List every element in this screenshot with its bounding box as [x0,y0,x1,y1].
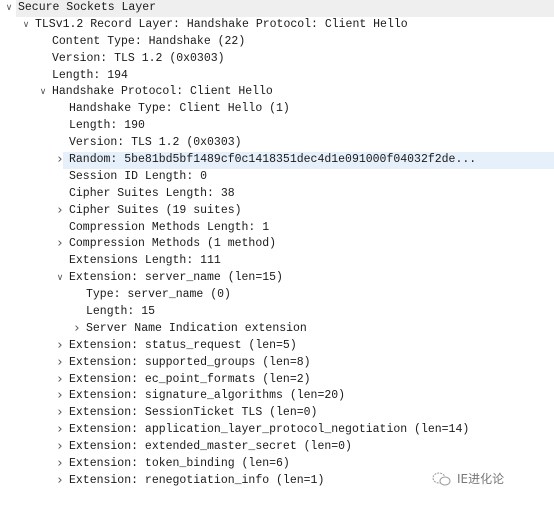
tree-row-label: Length: 15 [86,305,156,319]
chevron-right-icon[interactable]: › [55,236,65,253]
tree-row-label: Extension: signature_algorithms (len=20) [69,389,346,403]
tree-row-label: Session ID Length: 0 [69,169,208,183]
tree-row[interactable]: › Server Name Indication extension [0,321,554,338]
tree-row[interactable]: ∨ Handshake Protocol: Client Hello [0,84,554,101]
tree-row[interactable]: ∨ TLSv1.2 Record Layer: Handshake Protoco… [0,17,554,34]
tree-row[interactable]: Extensions Length: 111 [0,253,554,270]
tree-row-label: Compression Methods (1 method) [69,237,277,251]
tree-row[interactable]: › Extension: signature_algorithms (len=20… [0,388,554,405]
tree-row[interactable]: › Extension: supported_groups (len=8) [0,355,554,372]
chevron-right-icon[interactable]: › [55,203,65,220]
tree-row-label: TLSv1.2 Record Layer: Handshake Protocol… [35,17,408,31]
tree-row[interactable]: › Cipher Suites (19 suites) [0,203,554,220]
chevron-right-icon[interactable]: › [55,372,65,389]
tree-row-label: Length: 194 [52,68,128,82]
chevron-right-icon[interactable]: › [55,439,65,456]
tree-row-label: Compression Methods Length: 1 [69,220,270,234]
tree-row[interactable]: › Extension: application_layer_protocol_n… [0,422,554,439]
tree-row-label: Extension: supported_groups (len=8) [69,355,311,369]
tree-row-label: Server Name Indication extension [86,321,307,335]
packet-details-tree: ∨ Secure Sockets Layer ∨ TLSv1.2 Record Lay… [0,0,554,490]
chevron-right-icon[interactable]: › [55,422,65,439]
tree-row-label: Handshake Type: Client Hello (1) [69,102,290,116]
tree-row-label: Extension: status_request (len=5) [69,338,297,352]
tree-row[interactable]: Compression Methods Length: 1 [0,220,554,237]
tree-row-label: Content Type: Handshake (22) [52,34,246,48]
chevron-right-icon[interactable]: › [55,405,65,422]
tree-row[interactable]: ∨ Extension: server_name (len=15) [0,270,554,287]
tree-row[interactable]: Handshake Type: Client Hello (1) [0,101,554,118]
wechat-icon [432,471,452,487]
tree-row-label: Extension: token_binding (len=6) [69,457,290,471]
tree-row[interactable]: › Extension: status_request (len=5) [0,338,554,355]
chevron-right-icon[interactable]: › [55,473,65,490]
tree-row-label: Extension: server_name (len=15) [69,271,283,285]
tree-row-label: Extensions Length: 111 [69,254,221,268]
chevron-down-icon[interactable]: ∨ [55,270,65,287]
tree-row-label: Version: TLS 1.2 (0x0303) [69,136,242,150]
tree-row[interactable]: › Extension: ec_point_formats (len=2) [0,372,554,389]
tree-row-label: Type: server_name (0) [86,288,231,302]
tree-row[interactable]: Length: 194 [0,68,554,85]
chevron-down-icon[interactable]: ∨ [4,0,14,17]
tree-row-label: Cipher Suites (19 suites) [69,203,242,217]
chevron-right-icon[interactable]: › [55,388,65,405]
tree-row-label: Handshake Protocol: Client Hello [52,85,273,99]
tree-row[interactable]: Version: TLS 1.2 (0x0303) [0,51,554,68]
tree-row[interactable]: › Extension: SessionTicket TLS (len=0) [0,405,554,422]
tree-row[interactable]: Session ID Length: 0 [0,169,554,186]
tree-row[interactable]: › Compression Methods (1 method) [0,236,554,253]
tree-row-label: Random: 5be81bd5bf1489cf0c1418351dec4d1e… [69,153,477,167]
tree-row-label: Secure Sockets Layer [18,1,157,14]
chevron-right-icon[interactable]: › [55,152,65,169]
chevron-right-icon[interactable]: › [72,321,82,338]
tree-row[interactable]: Type: server_name (0) [0,287,554,304]
tree-row[interactable]: › Random: 5be81bd5bf1489cf0c1418351dec4d1… [0,152,554,169]
tree-row-label: Extension: renegotiation_info (len=1) [69,473,325,487]
chevron-right-icon[interactable]: › [55,355,65,372]
chevron-right-icon[interactable]: › [55,338,65,355]
tree-row-label: Extension: SessionTicket TLS (len=0) [69,406,318,420]
tree-row[interactable]: Cipher Suites Length: 38 [0,186,554,203]
tree-row[interactable]: Length: 15 [0,304,554,321]
chevron-down-icon[interactable]: ∨ [38,84,48,101]
watermark: IE进化论 [432,470,504,487]
tree-row-label: Extension: application_layer_protocol_ne… [69,423,470,437]
chevron-down-icon[interactable]: ∨ [21,17,31,34]
tree-row-label: Length: 190 [69,119,145,133]
tree-row[interactable]: Version: TLS 1.2 (0x0303) [0,135,554,152]
tree-row-label: Version: TLS 1.2 (0x0303) [52,51,225,65]
tree-row-label: Extension: ec_point_formats (len=2) [69,372,311,386]
watermark-text: IE进化论 [457,472,505,486]
tree-row[interactable]: Content Type: Handshake (22) [0,34,554,51]
tree-row-label: Extension: extended_master_secret (len=0… [69,440,352,454]
chevron-right-icon[interactable]: › [55,456,65,473]
tree-row[interactable]: › Extension: extended_master_secret (len=… [0,439,554,456]
tree-row[interactable]: Length: 190 [0,118,554,135]
tree-row-label: Cipher Suites Length: 38 [69,186,235,200]
tree-row[interactable]: ∨ Secure Sockets Layer [0,0,554,17]
